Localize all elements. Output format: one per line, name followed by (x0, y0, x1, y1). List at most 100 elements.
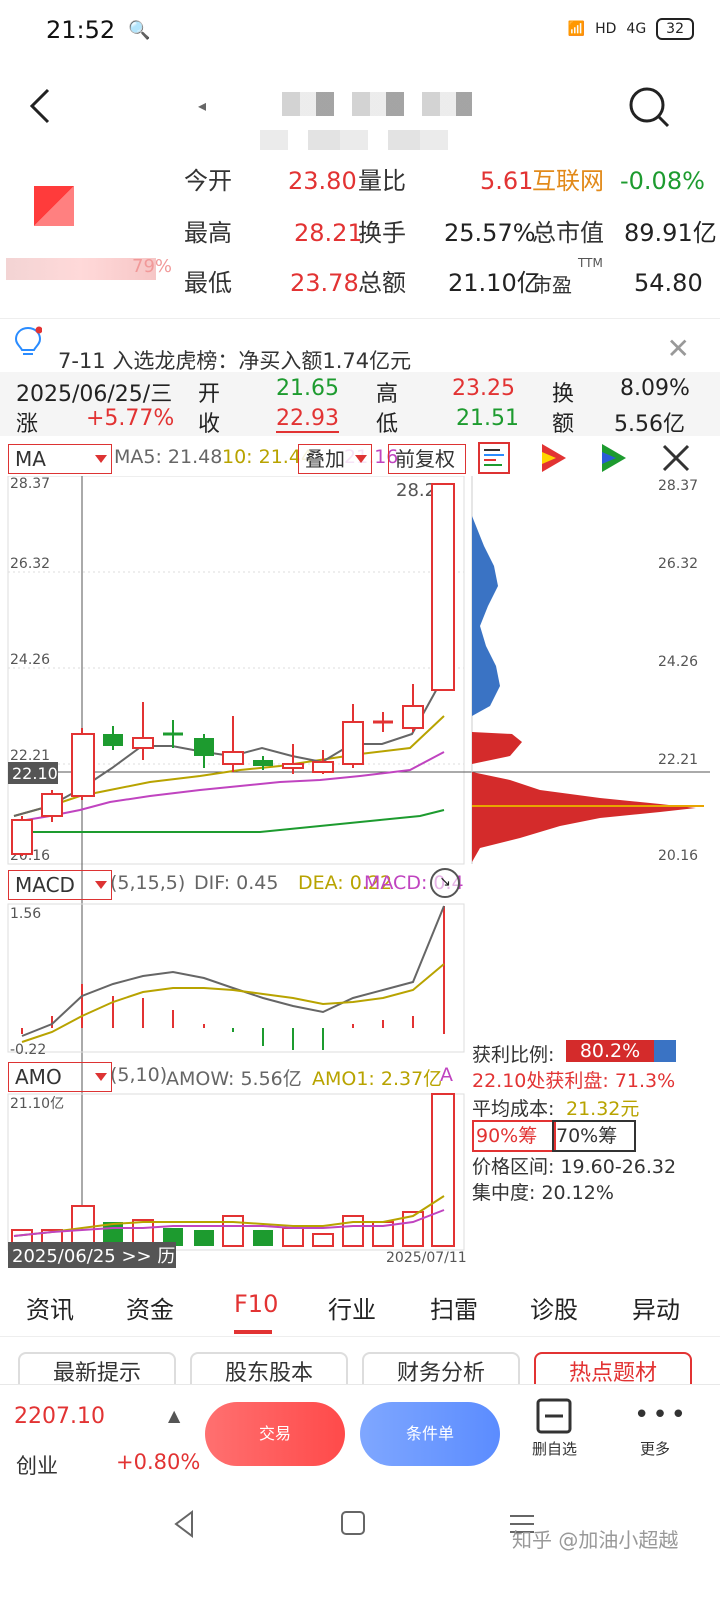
day-change: +5.77% (86, 406, 175, 431)
adjust-select[interactable]: 前复权 (388, 444, 466, 474)
candle (312, 750, 334, 774)
cursor-price: 22.10 (12, 764, 58, 783)
candle (342, 704, 364, 768)
concentration: 集中度: 20.12% (472, 1182, 614, 1204)
status-bar: 21:52 🔍 📶 HD 4G 32 (0, 0, 720, 64)
day-open: 21.65 (276, 376, 339, 401)
day-high: 23.25 (452, 376, 515, 401)
chart-toolbar: MA MA5: 21.48 10: 21.44 21.16 叠加 前复权 (0, 440, 720, 476)
sector-value: -0.08% (620, 167, 705, 195)
wifi-icon: 📶 (567, 21, 586, 37)
day-low-label: 低 (376, 412, 399, 437)
close-chart-icon[interactable] (662, 444, 690, 472)
profile-price-top: 28.37 (658, 478, 698, 494)
index-value[interactable]: 2207.10 (14, 1404, 105, 1429)
indicator-select[interactable]: MA (8, 444, 112, 474)
ma5-value: MA5: 21.48 (114, 446, 223, 468)
amo-suffix: A (440, 1064, 453, 1086)
remove-watchlist-icon[interactable] (536, 1398, 572, 1434)
profile-price-2: 26.32 (658, 556, 698, 572)
price-label-4: 22.21 (10, 748, 50, 764)
tab-underline (234, 1330, 272, 1334)
battery-icon: 32 (656, 18, 694, 40)
notice-text[interactable]: 7-11 入选龙虎榜：净买入额1.74亿元 (58, 345, 411, 375)
overlay-select[interactable]: 叠加 (298, 444, 372, 474)
flag-green-icon[interactable] (598, 442, 630, 474)
amow-value: AMOW: 5.56亿 (166, 1068, 302, 1090)
expand-icon[interactable]: ↘ (430, 868, 460, 898)
overlay-label: 叠加 (305, 447, 345, 471)
avg-cost-value: 21.32元 (566, 1098, 640, 1120)
price-label-2: 26.32 (10, 556, 50, 572)
macd-select-label: MACD (15, 873, 75, 897)
chip-90-button[interactable]: 90%筹 (472, 1120, 556, 1152)
turnover-label: 换手 (358, 219, 406, 247)
more-icon[interactable]: ••• (634, 1400, 689, 1430)
indicator-select-label: MA (15, 447, 46, 471)
amo-select[interactable]: AMO (8, 1062, 112, 1092)
prev-stock-icon[interactable]: ◂ (198, 96, 206, 115)
nav-back-icon[interactable] (172, 1510, 196, 1538)
day-close: 22.93 (276, 406, 339, 433)
tab-f10[interactable]: F10 (234, 1290, 278, 1318)
date-left[interactable]: 2025/06/25 >> 历 (12, 1246, 175, 1267)
chip-70-button[interactable]: 70%筹 (552, 1120, 636, 1152)
open-value: 23.80 (288, 167, 357, 195)
day-high-label: 高 (376, 382, 399, 407)
high-label: 最高 (184, 219, 232, 247)
candle (71, 728, 95, 800)
search-icon[interactable] (628, 86, 672, 130)
day-turn-label: 换 (552, 382, 575, 407)
macd-top-label: 1.56 (10, 906, 41, 922)
volratio-label: 量比 (358, 167, 406, 195)
app-header: ◂ (0, 64, 720, 150)
index-name[interactable]: 创业 (16, 1450, 58, 1480)
mktcap-value: 89.91亿 (624, 219, 717, 247)
high-value: 28.21 (294, 219, 363, 247)
candle (431, 483, 455, 691)
pe-label: 市盈 (532, 273, 572, 297)
amount-value: 21.10亿 (448, 269, 541, 297)
amount-label: 总额 (358, 269, 406, 297)
back-arrow-icon[interactable] (22, 86, 62, 126)
profile-price-4: 22.21 (658, 752, 698, 768)
avg-cost-label: 平均成本: (472, 1098, 555, 1120)
candle (11, 816, 33, 856)
close-icon[interactable]: ✕ (667, 332, 690, 365)
tab-news[interactable]: 资讯 (26, 1290, 74, 1325)
price-range: 价格区间: 19.60-26.32 (472, 1156, 677, 1178)
adjust-label: 前复权 (395, 447, 455, 471)
tab-risk[interactable]: 扫雷 (430, 1290, 478, 1325)
candle (194, 734, 214, 768)
tab-industry[interactable]: 行业 (328, 1290, 376, 1325)
nav-home-icon[interactable] (340, 1510, 366, 1536)
tab-diagnosis[interactable]: 诊股 (530, 1290, 578, 1325)
sector-label[interactable]: 互联网 (532, 166, 604, 196)
pe-value: 54.80 (634, 269, 703, 297)
day-summary: 2025/06/25/三 开 21.65 高 23.25 换 8.09% 涨 +… (0, 372, 720, 437)
price-label-3: 24.26 (10, 652, 50, 668)
tab-divider (0, 1336, 720, 1337)
macd-bottom-label: -0.22 (10, 1042, 46, 1058)
candle (373, 712, 393, 732)
remove-watchlist-label[interactable]: 删自选 (532, 1438, 577, 1459)
amo1-value: AMO1: 2.37亿 (312, 1068, 443, 1090)
turnover-value: 25.57% (444, 219, 536, 247)
trade-button[interactable]: 交易 (205, 1402, 345, 1466)
profit-ratio-label: 获利比例: (472, 1044, 555, 1066)
tab-funds[interactable]: 资金 (126, 1290, 174, 1325)
day-open-label: 开 (198, 382, 221, 407)
day-low: 21.51 (456, 406, 519, 431)
flag-red-icon[interactable] (538, 442, 570, 474)
macd-select[interactable]: MACD (8, 870, 112, 900)
more-label[interactable]: 更多 (640, 1438, 670, 1459)
day-change-label: 涨 (16, 412, 39, 437)
macd-params: (5,15,5) (110, 872, 186, 894)
chip-distribution-icon[interactable] (478, 442, 510, 474)
candle (402, 684, 424, 732)
low-label: 最低 (184, 269, 232, 297)
condition-order-button[interactable]: 条件单 (360, 1402, 500, 1466)
date-right: 2025/07/11 (386, 1250, 467, 1266)
triangle-up-icon: ▲ (168, 1406, 181, 1425)
tab-anomaly[interactable]: 异动 (632, 1290, 680, 1325)
